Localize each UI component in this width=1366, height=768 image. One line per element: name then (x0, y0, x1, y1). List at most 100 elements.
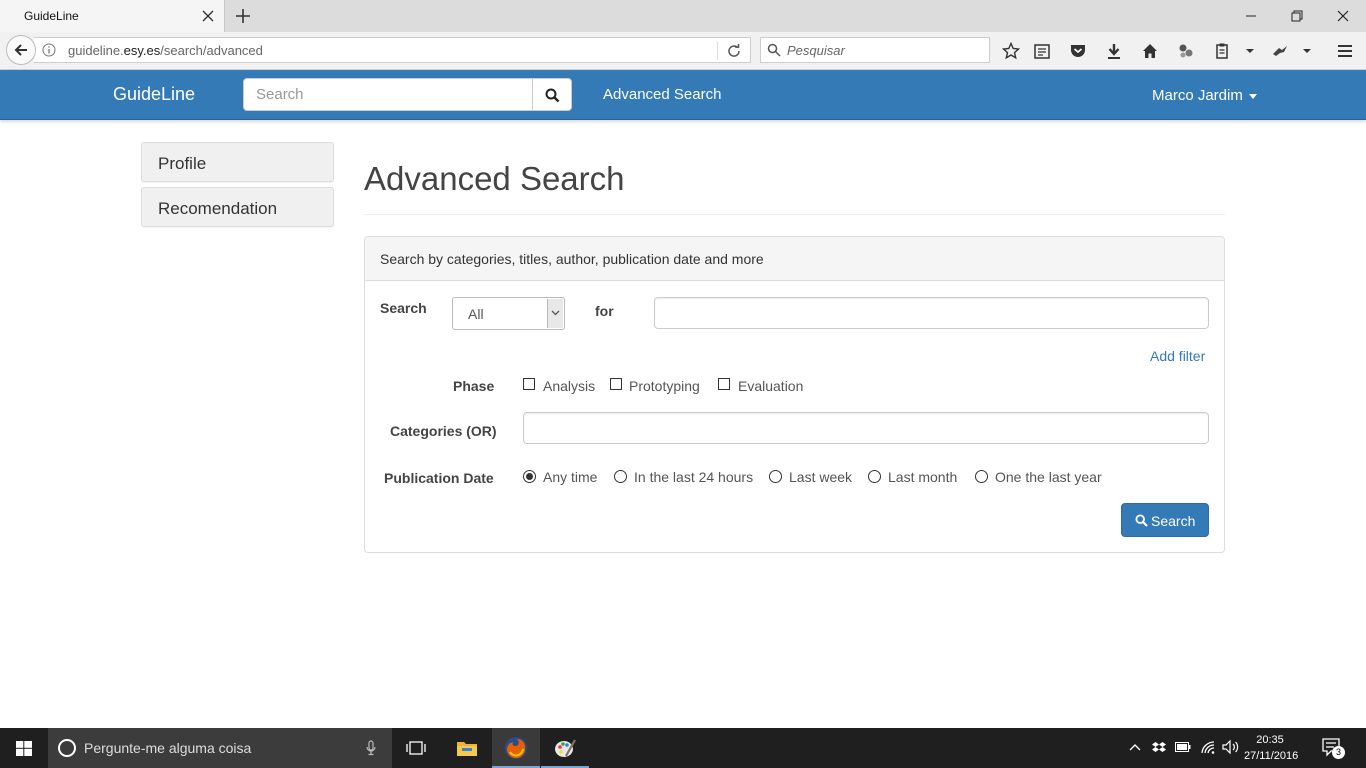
submit-label: Search (1151, 513, 1196, 529)
search-scope-select[interactable]: All (452, 297, 565, 330)
search-query-input[interactable] (654, 297, 1209, 329)
pubdate-anytime-label[interactable]: Any time (543, 469, 597, 485)
pubdate-month-label[interactable]: Last month (888, 469, 957, 485)
sidebar-item-label: Recomendation (158, 199, 278, 218)
action-center-button[interactable]: 3 (1322, 738, 1345, 763)
pocket-icon[interactable] (1069, 42, 1087, 60)
browser-search-box[interactable]: Pesquisar (760, 37, 990, 63)
back-arrow-icon (14, 44, 27, 56)
addon-bird-icon[interactable] (1271, 42, 1289, 60)
header-search-field[interactable] (243, 78, 533, 111)
reading-list-icon[interactable] (1033, 42, 1051, 60)
back-button[interactable] (6, 35, 36, 65)
bookmark-star-icon[interactable] (1002, 42, 1020, 60)
taskbar-file-explorer[interactable] (443, 728, 491, 768)
sidebar-item-profile[interactable]: Profile (141, 142, 334, 182)
extension-icon[interactable] (1177, 42, 1195, 60)
sidebar-item-recomendation[interactable]: Recomendation (141, 187, 334, 227)
phase-analysis-checkbox[interactable] (523, 378, 535, 390)
reload-icon[interactable] (726, 43, 742, 59)
pubdate-month-radio[interactable] (868, 470, 881, 483)
wifi-icon[interactable] (1200, 740, 1216, 754)
download-icon[interactable] (1105, 42, 1123, 60)
brand-logo[interactable]: GuideLine (113, 84, 195, 105)
advanced-search-submit-button[interactable]: Search (1121, 503, 1209, 537)
restore-icon[interactable] (1287, 6, 1307, 26)
task-view-button[interactable] (392, 728, 440, 768)
url-separator (717, 42, 718, 60)
new-tab-icon[interactable] (234, 7, 252, 25)
info-icon[interactable] (42, 43, 56, 57)
chevron-down-icon (551, 310, 560, 316)
dropdown-arrow-icon[interactable] (1241, 42, 1259, 60)
categories-label: Categories (OR) (390, 423, 497, 439)
site-navbar: GuideLine Advanced Search Marco Jardim (0, 70, 1366, 120)
minimize-icon[interactable] (1241, 6, 1261, 26)
volume-icon[interactable] (1222, 740, 1240, 754)
pubdate-24h-label[interactable]: In the last 24 hours (634, 469, 753, 485)
advanced-search-panel: Search by categories, titles, author, pu… (364, 236, 1225, 553)
add-filter-link[interactable]: Add filter (1150, 348, 1205, 364)
pubdate-week-label[interactable]: Last week (789, 469, 852, 485)
phase-evaluation-label[interactable]: Evaluation (738, 378, 803, 394)
phase-analysis-label[interactable]: Analysis (543, 378, 595, 394)
task-view-icon (406, 741, 426, 755)
cortana-search-box[interactable]: Pergunte-me alguma coisa (48, 728, 392, 768)
paint-icon (555, 739, 576, 757)
taskbar-paint[interactable] (541, 728, 589, 768)
header-search-button[interactable] (532, 78, 572, 111)
pubdate-24h-radio[interactable] (614, 470, 627, 483)
start-button[interactable] (0, 728, 48, 768)
battery-icon[interactable] (1175, 742, 1191, 752)
microphone-icon[interactable] (366, 740, 376, 756)
phase-label: Phase (453, 378, 495, 394)
windows-logo-icon (16, 741, 32, 756)
firefox-icon (505, 737, 527, 759)
close-window-icon[interactable] (1333, 6, 1353, 26)
clipboard-icon[interactable] (1213, 42, 1231, 60)
system-clock[interactable]: 20:35 27/11/2016 (1244, 732, 1299, 764)
windows-taskbar: Pergunte-me alguma coisa 20:35 27/11/201… (0, 728, 1366, 768)
header-search-input[interactable] (244, 79, 532, 110)
cortana-placeholder: Pergunte-me alguma coisa (84, 740, 252, 756)
search-scope-value: All (468, 306, 484, 322)
search-scope-label: Search (380, 300, 427, 316)
browser-toolbar: guideline.esy.es/search/advanced Pesquis… (0, 32, 1366, 70)
address-bar[interactable]: guideline.esy.es/search/advanced (34, 37, 751, 63)
chevron-up-icon[interactable] (1128, 740, 1142, 754)
user-menu-dropdown[interactable]: Marco Jardim (1152, 87, 1257, 104)
pubdate-year-label[interactable]: One the last year (995, 469, 1102, 485)
select-arrow (547, 299, 563, 328)
taskbar-firefox[interactable] (492, 728, 540, 768)
clock-date: 27/11/2016 (1244, 750, 1299, 762)
notification-count: 3 (1332, 746, 1345, 759)
cortana-icon (58, 739, 76, 757)
sidebar-item-label: Profile (158, 154, 207, 173)
nav-advanced-search-link[interactable]: Advanced Search (603, 86, 721, 103)
user-name: Marco Jardim (1152, 87, 1243, 104)
publication-date-label: Publication Date (384, 470, 494, 486)
close-tab-icon[interactable] (200, 8, 216, 24)
page-title: Advanced Search (364, 160, 625, 197)
home-icon[interactable] (1141, 42, 1159, 60)
pubdate-anytime-radio[interactable] (523, 470, 536, 483)
caret-down-icon (1248, 93, 1257, 99)
hamburger-menu-icon[interactable] (1336, 42, 1354, 60)
browser-tabbar: GuideLine (0, 0, 1366, 32)
pubdate-week-radio[interactable] (769, 470, 782, 483)
panel-heading-text: Search by categories, titles, author, pu… (380, 251, 764, 267)
categories-input[interactable] (523, 412, 1209, 444)
phase-prototyping-label[interactable]: Prototyping (629, 378, 700, 394)
phase-prototyping-checkbox[interactable] (610, 378, 622, 390)
dropbox-icon[interactable] (1152, 740, 1166, 754)
search-icon (1135, 514, 1148, 527)
title-divider (364, 214, 1225, 215)
search-icon (767, 43, 781, 57)
browser-tab[interactable]: GuideLine (0, 0, 225, 32)
pubdate-year-radio[interactable] (975, 470, 988, 483)
phase-evaluation-checkbox[interactable] (718, 378, 730, 390)
clock-time: 20:35 (1256, 734, 1284, 746)
search-icon (545, 88, 560, 103)
dropdown-arrow-icon[interactable] (1298, 42, 1316, 60)
tab-title: GuideLine (24, 9, 79, 23)
